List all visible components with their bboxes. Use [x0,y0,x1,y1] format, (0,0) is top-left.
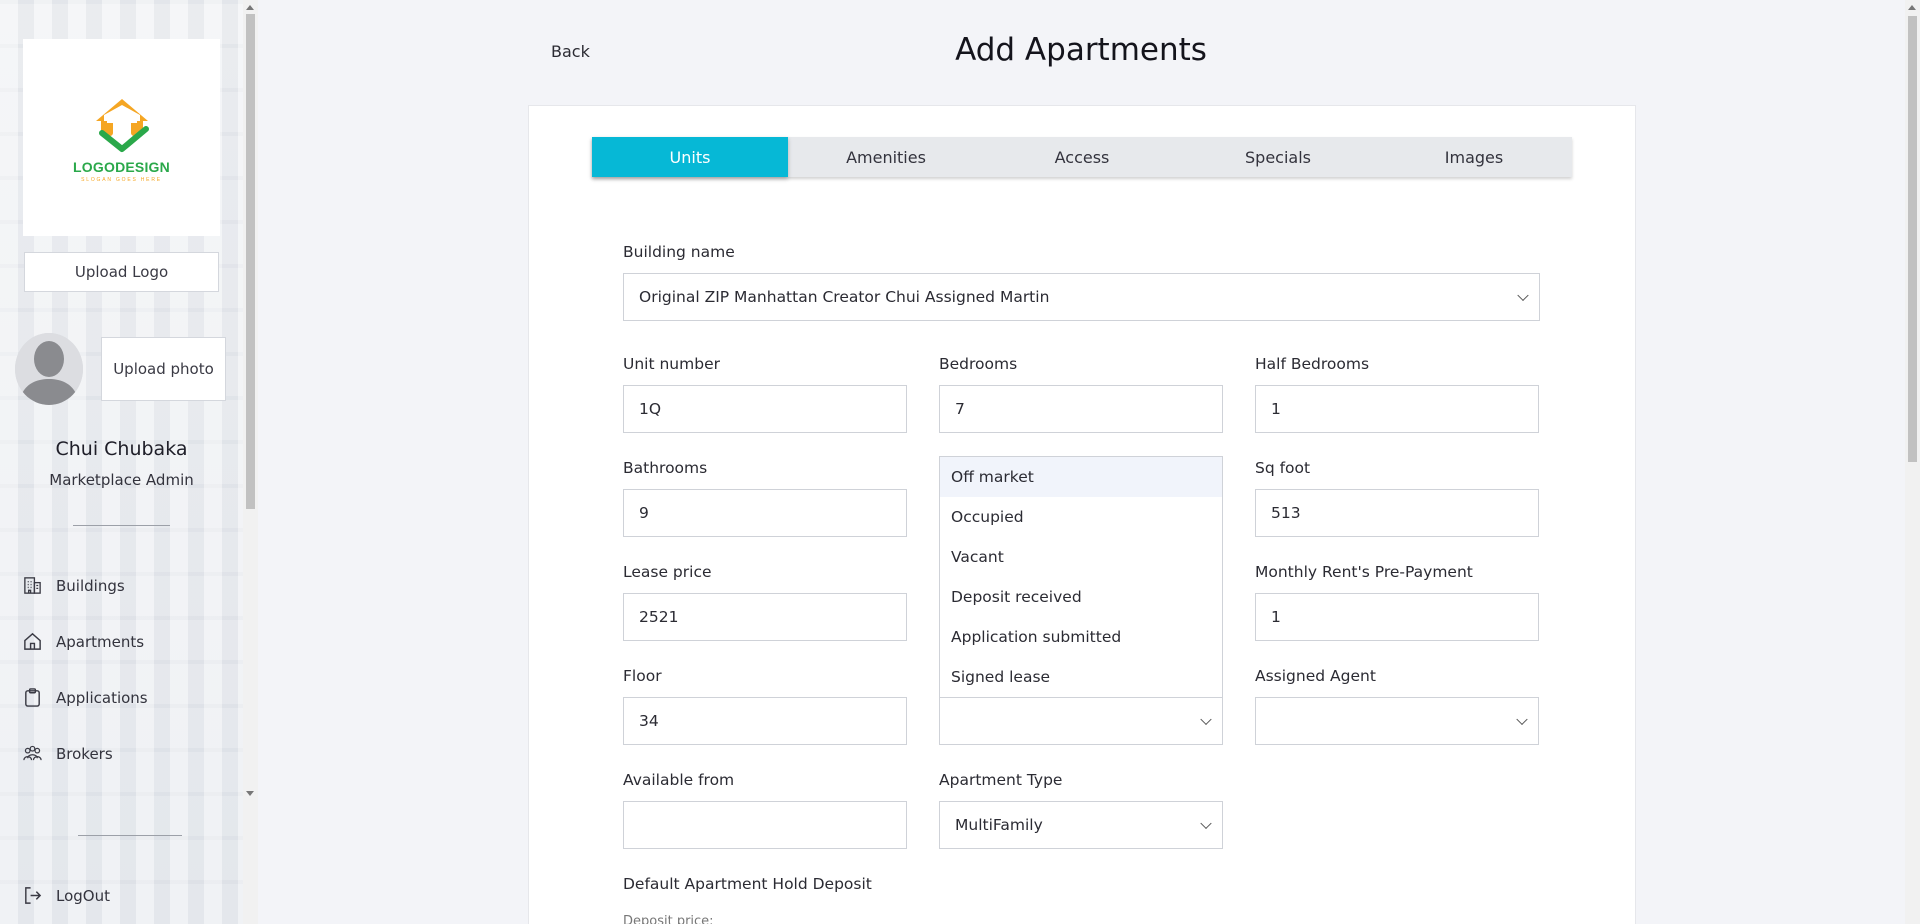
page-title: Add Apartments [955,32,1207,68]
half-bedrooms-value: 1 [1271,400,1281,418]
sidebar-item-brokers[interactable]: Brokers [22,743,113,764]
logout-label: LogOut [56,886,110,905]
scroll-up-arrow-icon[interactable] [246,5,254,10]
tab-specials[interactable]: Specials [1180,137,1376,177]
tab-units[interactable]: Units [592,137,788,177]
available-from-input[interactable] [623,801,907,849]
assigned-agent-label: Assigned Agent [1255,667,1376,685]
home-icon [24,632,41,650]
avatar [15,333,83,405]
tab-access[interactable]: Access [984,137,1180,177]
upload-photo-button[interactable]: Upload photo [101,337,226,401]
dropdown-option[interactable]: Occupied [940,497,1222,537]
floor-label: Floor [623,667,662,685]
lease-price-value: 2521 [639,608,679,626]
status-dropdown-menu: Off market Occupied Vacant Deposit recei… [939,456,1223,698]
bathrooms-label: Bathrooms [623,459,708,477]
chevron-down-icon [1516,713,1528,726]
apartment-type-select[interactable]: MultiFamily [939,801,1223,849]
building-icon [24,577,41,594]
sidebar-divider [73,525,170,526]
floor-input[interactable]: 34 [623,697,907,745]
user-name: Chui Chubaka [55,438,188,460]
monthly-prepayment-label: Monthly Rent's Pre-Payment [1255,563,1473,581]
half-bedrooms-input[interactable]: 1 [1255,385,1539,433]
unit-number-label: Unit number [623,355,720,373]
page-scrollbar-thumb[interactable] [1908,16,1917,462]
chevron-down-icon [1517,289,1529,302]
sq-foot-input[interactable]: 513 [1255,489,1539,537]
logo-house-icon [95,98,149,152]
sq-foot-value: 513 [1271,504,1301,522]
monthly-prepayment-value: 1 [1271,608,1281,626]
monthly-prepayment-input[interactable]: 1 [1255,593,1539,641]
logout-icon [25,887,42,904]
sidebar-divider [78,835,182,836]
upload-logo-button[interactable]: Upload Logo [24,252,219,292]
bedrooms-value: 7 [955,400,965,418]
building-name-label: Building name [623,243,735,261]
sidebar-item-label: Buildings [56,576,125,595]
user-role: Marketplace Admin [49,471,194,489]
sidebar-item-applications[interactable]: Applications [22,687,148,708]
half-bedrooms-label: Half Bedrooms [1255,355,1370,373]
clipboard-icon [25,688,40,707]
sidebar-scrollbar[interactable] [243,0,258,924]
dropdown-option[interactable]: Deposit received [940,577,1222,617]
apartment-type-value: MultiFamily [955,816,1043,834]
floor-value: 34 [639,712,659,730]
logo-text: LOGODESIGN [73,158,170,175]
user-silhouette-icon [15,333,83,405]
sidebar-item-apartments[interactable]: Apartments [22,631,144,652]
sidebar: LOGODESIGN SLOGAN GOES HERE Upload Logo … [0,0,258,924]
lease-price-input[interactable]: 2521 [623,593,907,641]
apartment-type-label: Apartment Type [939,771,1063,789]
scroll-up-arrow-icon[interactable] [1908,5,1916,10]
sq-foot-label: Sq foot [1255,459,1311,477]
dropdown-option[interactable]: Vacant [940,537,1222,577]
dropdown-option[interactable]: Application submitted [940,617,1222,657]
tab-amenities[interactable]: Amenities [788,137,984,177]
scroll-down-arrow-icon[interactable] [246,791,254,796]
tab-images[interactable]: Images [1376,137,1572,177]
chevron-down-icon [1200,713,1212,726]
bathrooms-input[interactable]: 9 [623,489,907,537]
bedrooms-label: Bedrooms [939,355,1018,373]
unit-number-value: 1Q [639,400,662,418]
building-name-select[interactable]: Original ZIP Manhattan Creator Chui Assi… [623,273,1540,321]
sidebar-scrollbar-thumb[interactable] [246,14,255,509]
sidebar-item-label: Applications [56,688,148,707]
tab-bar: Units Amenities Access Specials Images [592,137,1572,177]
company-logo: LOGODESIGN SLOGAN GOES HERE [23,39,220,236]
unit-number-input[interactable]: 1Q [623,385,907,433]
sidebar-item-buildings[interactable]: Buildings [22,575,125,596]
available-from-label: Available from [623,771,735,789]
logout-button[interactable]: LogOut [22,885,110,906]
page-scrollbar[interactable] [1905,0,1920,924]
sidebar-item-label: Apartments [56,632,145,651]
chevron-down-icon [1200,817,1212,830]
lease-price-label: Lease price [623,563,712,581]
dropdown-option[interactable]: Off market [940,457,1222,497]
logo-tagline: SLOGAN GOES HERE [81,176,162,183]
sidebar-item-label: Brokers [56,744,113,763]
status-select[interactable] [939,697,1223,745]
hold-deposit-heading: Default Apartment Hold Deposit [623,875,872,893]
deposit-price-label: Deposit price: [623,914,714,924]
assigned-agent-select[interactable] [1255,697,1539,745]
bathrooms-value: 9 [639,504,649,522]
dropdown-option[interactable]: Signed lease [940,657,1222,697]
bedrooms-input[interactable]: 7 [939,385,1223,433]
people-icon [23,745,42,761]
building-name-value: Original ZIP Manhattan Creator Chui Assi… [639,288,1050,306]
